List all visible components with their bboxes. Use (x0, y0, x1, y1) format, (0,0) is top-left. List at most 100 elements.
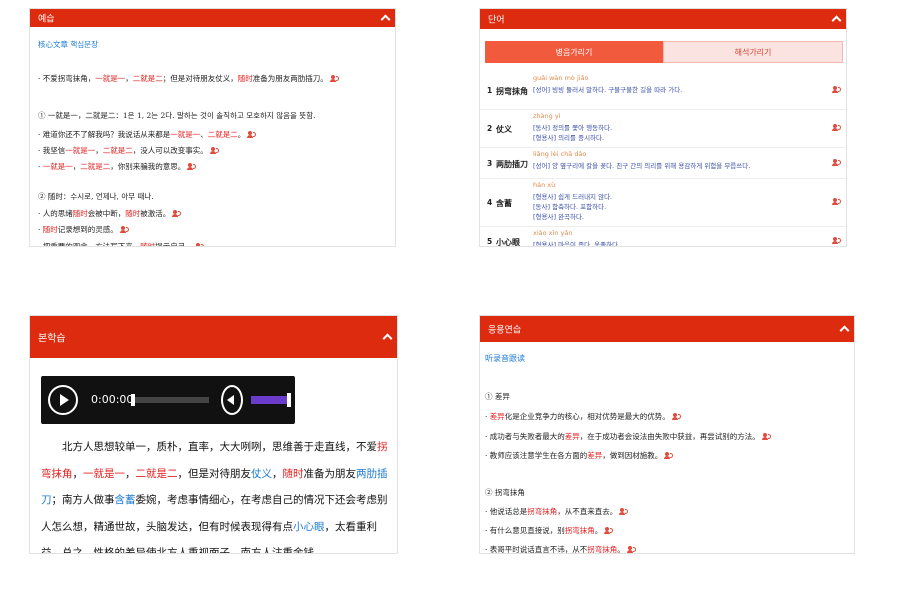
sentence-line: · 我坚信一就是一，二就是二，没人可以改变事实。 (38, 145, 220, 156)
sentence-line: · 不爱拐弯抹角，一就是一，二就是二；但是对待朋友仗义，随时准备为朋友两肋插刀。 (38, 73, 340, 84)
volume-slider[interactable] (251, 393, 291, 407)
panel-title: 본학습 (38, 333, 66, 345)
play-icon[interactable] (48, 385, 78, 415)
keyword: 一就是一 (95, 74, 126, 83)
speaker-icon[interactable] (329, 75, 340, 83)
sentence-text: · 表哥平时说话直言不讳，从不 (485, 545, 588, 554)
vocabulary-row: 4 含蓄 hán xù [형용사] 쉽게 드러내지 않다. [동사] 함축하다. 포함하… (480, 179, 846, 227)
row-number: 1 (487, 86, 493, 95)
keyword: 一就是一 (65, 146, 96, 155)
row-number: 5 (487, 237, 493, 246)
pinyin: liǎng lèi chā dāo (533, 150, 587, 158)
row-number: 3 (487, 159, 493, 168)
keyword: 差异 (587, 451, 603, 460)
speaker-icon[interactable] (832, 237, 842, 245)
sentence-line: · 随时记录想到的灵感。 (38, 224, 130, 235)
vocabulary-word: 仗义 (496, 124, 512, 134)
practice-panel-header[interactable]: 응용연습 (480, 316, 854, 342)
definition: [형용사] 완곡하다. (533, 213, 585, 221)
preview-panel-header[interactable]: 예습 (30, 9, 395, 27)
speaker-icon[interactable] (247, 131, 257, 139)
sentence-text: ，在于成功者会设法由失败中获益，再尝试别的方法。 (579, 432, 760, 441)
speaker-icon[interactable] (664, 452, 674, 460)
pinyin: zhàng yì (533, 112, 561, 120)
sentence-text: ，从不直来直去。 (557, 507, 618, 516)
sentence-text: 提示自己。 (155, 242, 193, 247)
speaker-icon[interactable] (832, 86, 842, 94)
sentence-text: ② 随时：수시로, 언제나, 아무 때나. (38, 192, 154, 201)
volume-icon[interactable] (221, 385, 243, 415)
sentence-text: · 我坚信 (38, 146, 66, 155)
keyword: 随时 (237, 74, 253, 83)
vocabulary-row: 2 仗义 zhàng yì [동사] 정의를 쫓아 행동하다. [형용사] 의리를 중시… (480, 110, 846, 148)
definition: [동사] 정의를 쫓아 행동하다. (533, 124, 613, 132)
sentence-line: · 难道你还不了解我吗？我说话从来都是一就是一、二就是二。 (38, 129, 257, 140)
definition-list: [형용사] 쉽게 드러내지 않다. [동사] 함축하다. 포함하다. [형용사] 완… (533, 192, 612, 222)
panel-subtitle: 核心文章 핵심문장 (38, 40, 98, 49)
collapse-chevron-icon[interactable] (382, 333, 393, 344)
definition: [형용사] 쉽게 드러내지 않다. (533, 193, 613, 201)
sentence-text: 被激活。 (140, 209, 171, 218)
sentence-text: · 把重要的观念、方法写下来， (38, 242, 141, 247)
speaker-icon[interactable] (832, 159, 842, 167)
practice-line: · 成功者与失败者最大的差异，在于成功者会设法由失败中获益，再尝试别的方法。 (485, 431, 772, 442)
tab-hide-meaning[interactable]: 해석가리기 (663, 41, 843, 63)
speaker-icon[interactable] (626, 546, 637, 553)
pinyin: hán xù (533, 181, 556, 189)
sentence-text: ① 一就是一，二就是二：1은 1, 2는 2다. 말하는 것이 솔직하고 모호하… (38, 111, 316, 120)
main-study-panel-header[interactable]: 본학습 (30, 316, 397, 358)
paragraph-text: ；南方人做事 (51, 494, 115, 506)
sentence-text: ， (95, 146, 103, 155)
sentence-text: · 人的思绪 (38, 209, 73, 218)
sentence-text: 会被中断， (87, 209, 126, 218)
speaker-icon[interactable] (832, 124, 842, 132)
panel-title: 단어 (488, 15, 505, 26)
paragraph-text: ， (125, 467, 136, 480)
sentence-line: ① 一就是一，二就是二：1은 1, 2는 2다. 말하는 것이 솔직하고 모호하… (38, 110, 315, 121)
speaker-icon[interactable] (604, 527, 614, 535)
panel-title: 예습 (38, 14, 55, 25)
playback-time: 0:00:00 (91, 393, 134, 406)
keyword: 小心眼 (293, 520, 325, 533)
practice-panel: 응용연습 听录音跟读 ① 差异 · 差异化是企业竞争力的核心，相对优势是最大的优势… (479, 315, 855, 554)
keyword: 仗义 (251, 467, 272, 480)
vocabulary-row: 5 小心眼 xiǎo xīn yǎn [형용사] 마음이 좁다. 옹졸하다. (480, 227, 846, 246)
keyword: 差异 (489, 412, 505, 421)
keyword: 二就是二 (207, 130, 238, 139)
speaker-icon[interactable] (172, 210, 182, 218)
speaker-icon[interactable] (832, 198, 842, 206)
seek-bar[interactable] (131, 394, 209, 406)
collapse-chevron-icon[interactable] (831, 15, 842, 26)
practice-line: ① 差异 (485, 391, 510, 402)
keyword: 二就是二 (102, 146, 133, 155)
vocabulary-panel-header[interactable]: 단어 (480, 9, 846, 29)
speaker-icon[interactable] (761, 433, 772, 441)
keyword: 二就是二 (132, 74, 163, 83)
keyword: 一就是一 (42, 162, 73, 171)
keyword: 随时 (72, 209, 88, 218)
definition: [형용사] 의리를 중시하다. (533, 134, 605, 142)
speaker-icon[interactable] (619, 508, 629, 516)
speaker-icon[interactable] (195, 243, 205, 246)
seek-handle[interactable] (131, 394, 135, 406)
sentence-text: 。 (617, 545, 625, 554)
paragraph-text: 北方人思想较单一，质朴，直率，大大咧咧，思维善于走直线，不爱 (62, 441, 377, 453)
volume-handle[interactable] (287, 393, 291, 407)
speaker-icon[interactable] (209, 147, 220, 155)
practice-line: · 有什么意见直接说，别拐弯抹角。 (485, 525, 614, 536)
collapse-chevron-icon[interactable] (380, 14, 391, 25)
sentence-text: · 他说话总是 (485, 507, 528, 516)
speaker-icon[interactable] (671, 413, 682, 421)
speaker-icon[interactable] (119, 226, 130, 234)
vocabulary-word: 两肋插刀 (496, 159, 528, 169)
definition-list: [형용사] 마음이 좁다. 옹졸하다. (533, 240, 620, 246)
sentence-text: 、 (200, 130, 208, 139)
tab-hide-pinyin[interactable]: 병음가리기 (485, 41, 663, 63)
keyword: 一就是一 (83, 467, 125, 480)
speaker-icon[interactable] (187, 163, 197, 171)
keyword: 一就是一 (170, 130, 201, 139)
sentence-text: 准备为朋友两肋插刀。 (252, 74, 328, 83)
sentence-line: ② 随时：수시로, 언제나, 아무 때나. (38, 191, 154, 202)
collapse-chevron-icon[interactable] (839, 325, 850, 336)
sentence-line: · 人的思绪随时会被中断，随时被激活。 (38, 208, 182, 219)
